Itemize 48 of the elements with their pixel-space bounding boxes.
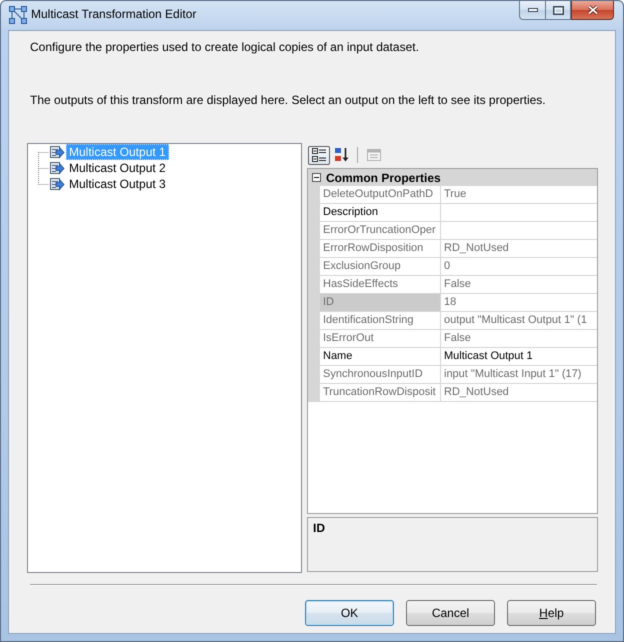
categorized-button[interactable] <box>308 146 330 164</box>
property-value[interactable]: False <box>441 330 597 347</box>
diagram-icon <box>9 6 27 24</box>
property-value[interactable]: 18 <box>441 294 597 311</box>
output-icon <box>49 144 65 160</box>
property-value[interactable]: RD_NotUsed <box>441 384 597 401</box>
property-value[interactable]: True <box>441 186 597 203</box>
property-name[interactable]: IdentificationString <box>320 312 441 329</box>
tree-item[interactable]: Multicast Output 3 <box>66 176 169 192</box>
dialog-button[interactable]: OK <box>305 600 394 626</box>
property-name[interactable]: DeleteOutputOnPathD <box>320 186 441 203</box>
property-value[interactable]: RD_NotUsed <box>441 240 597 257</box>
property-name[interactable]: HasSideEffects <box>320 276 441 293</box>
property-name[interactable]: ID <box>320 294 441 311</box>
instruction-text: Configure the properties used to create logical copies of an input dataset. <box>30 40 419 55</box>
property-pages-icon <box>366 147 382 163</box>
close-button[interactable] <box>571 1 614 20</box>
property-value[interactable]: input "Multicast Input 1" (17) <box>441 366 597 383</box>
window-title: Multicast Transformation Editor <box>31 7 196 22</box>
property-name[interactable]: ExclusionGroup <box>320 258 441 275</box>
maximize-icon <box>552 6 564 14</box>
dialog-button[interactable]: Help <box>507 600 596 626</box>
property-value[interactable]: Multicast Output 1 <box>441 348 597 365</box>
categorized-icon <box>311 147 327 163</box>
property-name[interactable]: SynchronousInputID <box>320 366 441 383</box>
property-name[interactable]: IsErrorOut <box>320 330 441 347</box>
category-label: Common Properties <box>326 170 441 184</box>
property-value[interactable]: output "Multicast Output 1" (1 <box>441 312 597 329</box>
close-icon <box>586 5 598 15</box>
property-name[interactable]: ErrorRowDisposition <box>320 240 441 257</box>
output-icon <box>49 160 65 176</box>
property-name[interactable]: Name <box>320 348 441 365</box>
dialog-button[interactable]: Cancel <box>406 600 495 626</box>
property-name[interactable]: ErrorOrTruncationOper <box>320 222 441 239</box>
maximize-button[interactable] <box>545 1 571 20</box>
property-name[interactable]: Description <box>320 204 441 221</box>
collapse-icon[interactable] <box>312 173 321 182</box>
tree-item[interactable]: Multicast Output 2 <box>66 160 169 176</box>
output-icon <box>49 176 65 192</box>
property-value[interactable]: 0 <box>441 258 597 275</box>
sort-icon <box>334 147 350 163</box>
property-value[interactable]: False <box>441 276 597 293</box>
property-name[interactable]: TruncationRowDisposit <box>320 384 441 401</box>
minimize-button[interactable] <box>519 1 545 20</box>
tree-item[interactable]: Multicast Output 1 <box>66 144 169 160</box>
description-title: ID <box>313 521 325 535</box>
instruction-text: The outputs of this transform are displayed here. Select an output on the left to see its properties. <box>30 93 546 108</box>
minimize-icon <box>528 8 538 12</box>
